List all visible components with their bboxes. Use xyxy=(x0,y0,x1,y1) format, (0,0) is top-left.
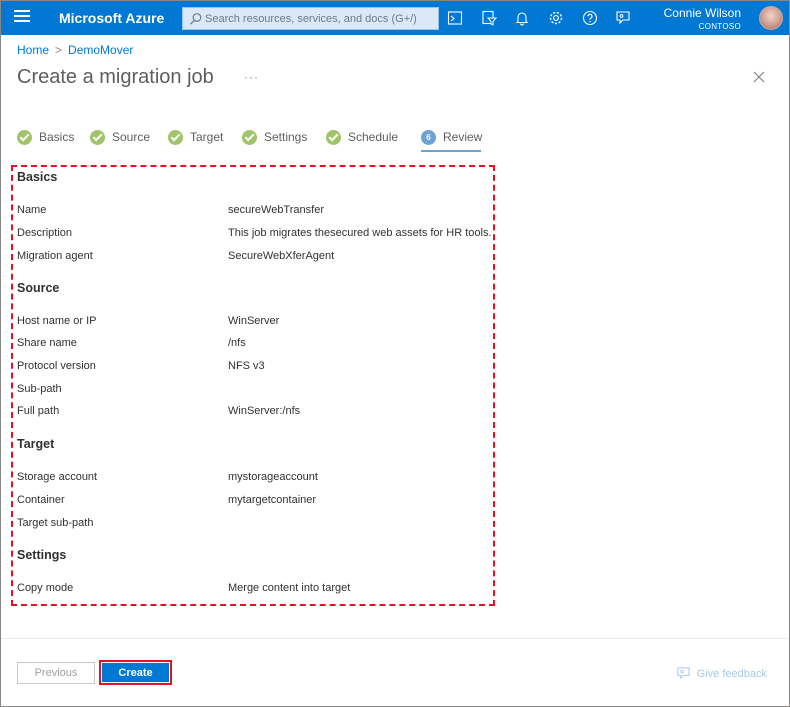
top-bar: Microsoft Azure Connie Wilson CONTOSO xyxy=(1,1,789,35)
help-icon[interactable] xyxy=(582,10,598,26)
gear-icon[interactable] xyxy=(548,10,564,26)
step-label: Target xyxy=(190,130,224,144)
directory-filter-icon[interactable] xyxy=(481,10,497,26)
avatar[interactable] xyxy=(759,6,783,30)
tab-target[interactable]: Target xyxy=(168,128,223,146)
row-value: Merge content into target xyxy=(228,582,351,594)
row-label: Copy mode xyxy=(17,582,74,594)
section-heading-source: Source xyxy=(17,281,60,295)
breadcrumb: Home > DemoMover xyxy=(17,43,133,57)
section-heading-settings: Settings xyxy=(17,548,67,562)
row-value: secureWebTransfer xyxy=(228,204,324,216)
row-label: Host name or IP xyxy=(17,315,97,327)
check-icon xyxy=(168,129,183,145)
close-icon[interactable] xyxy=(752,70,766,84)
breadcrumb-separator: > xyxy=(55,43,63,57)
tab-review[interactable]: 6 Review xyxy=(421,128,482,146)
row-value: WinServer xyxy=(228,315,280,327)
section-heading-basics: Basics xyxy=(17,170,58,184)
row-value: WinServer:/nfs xyxy=(228,405,301,417)
bell-icon[interactable] xyxy=(514,10,530,26)
row-label: Container xyxy=(17,494,65,506)
tab-basics[interactable]: Basics xyxy=(17,128,74,146)
user-name[interactable]: Connie Wilson xyxy=(664,6,741,20)
search-icon xyxy=(190,13,202,25)
tab-source[interactable]: Source xyxy=(90,128,150,146)
menu-icon[interactable] xyxy=(14,10,30,26)
tab-schedule[interactable]: Schedule xyxy=(326,128,398,146)
step-label: Review xyxy=(443,130,483,144)
check-icon xyxy=(17,129,32,145)
row-label: Full path xyxy=(17,405,60,417)
check-icon xyxy=(242,129,257,145)
check-icon xyxy=(326,129,341,145)
row-label: Description xyxy=(17,227,73,239)
step-label: Basics xyxy=(39,130,75,144)
previous-button[interactable]: Previous xyxy=(17,662,95,684)
step-number: 6 xyxy=(421,129,436,145)
row-label: Target sub-path xyxy=(17,517,94,529)
more-options-button[interactable]: ··· xyxy=(244,70,259,84)
footer-divider xyxy=(1,638,789,639)
row-value: /nfs xyxy=(228,337,246,349)
step-label: Schedule xyxy=(348,130,399,144)
cloud-shell-icon[interactable] xyxy=(447,10,463,26)
create-button-highlight: Create xyxy=(99,660,172,685)
row-label: Name xyxy=(17,204,47,216)
step-label: Settings xyxy=(264,130,308,144)
create-button[interactable]: Create xyxy=(102,663,169,682)
give-feedback-link[interactable]: Give feedback xyxy=(676,666,767,681)
row-label: Sub-path xyxy=(17,383,62,395)
feedback-icon xyxy=(677,667,690,680)
row-value: SecureWebXferAgent xyxy=(228,250,335,262)
tab-settings[interactable]: Settings xyxy=(242,128,307,146)
row-value: mytargetcontainer xyxy=(228,494,317,506)
active-tab-indicator xyxy=(421,150,481,152)
row-label: Share name xyxy=(17,337,77,349)
breadcrumb-current[interactable]: DemoMover xyxy=(68,43,133,57)
row-value: mystorageaccount xyxy=(228,471,318,483)
row-label: Storage account xyxy=(17,471,98,483)
give-feedback-label: Give feedback xyxy=(696,667,767,680)
section-heading-target: Target xyxy=(17,437,55,451)
brand-title[interactable]: Microsoft Azure xyxy=(59,10,164,26)
row-value: This job migrates thesecured web assets … xyxy=(228,227,492,239)
row-label: Migration agent xyxy=(17,250,93,262)
page-title: Create a migration job xyxy=(17,66,214,88)
user-org: CONTOSO xyxy=(698,22,741,31)
row-value: NFS v3 xyxy=(228,360,265,372)
step-label: Source xyxy=(112,130,151,144)
feedback-icon[interactable] xyxy=(615,10,631,26)
check-icon xyxy=(90,129,105,145)
breadcrumb-home[interactable]: Home xyxy=(17,43,49,57)
search-input[interactable] xyxy=(205,11,433,27)
row-label: Protocol version xyxy=(17,360,96,372)
search-box[interactable] xyxy=(182,7,439,30)
